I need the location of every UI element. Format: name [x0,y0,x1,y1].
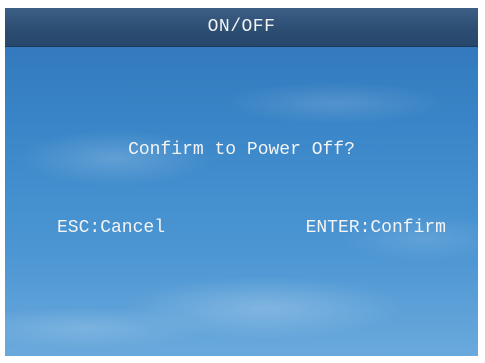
confirm-button[interactable]: ENTER:Confirm [306,218,446,238]
screen: ON/OFF Confirm to Power Off? ESC:Cancel … [5,8,478,356]
title-text: ON/OFF [207,17,276,37]
device-frame: ON/OFF Confirm to Power Off? ESC:Cancel … [0,0,485,363]
title-bar: ON/OFF [5,8,478,47]
cancel-button[interactable]: ESC:Cancel [57,218,165,238]
power-off-confirm-message: Confirm to Power Off? [128,140,355,160]
